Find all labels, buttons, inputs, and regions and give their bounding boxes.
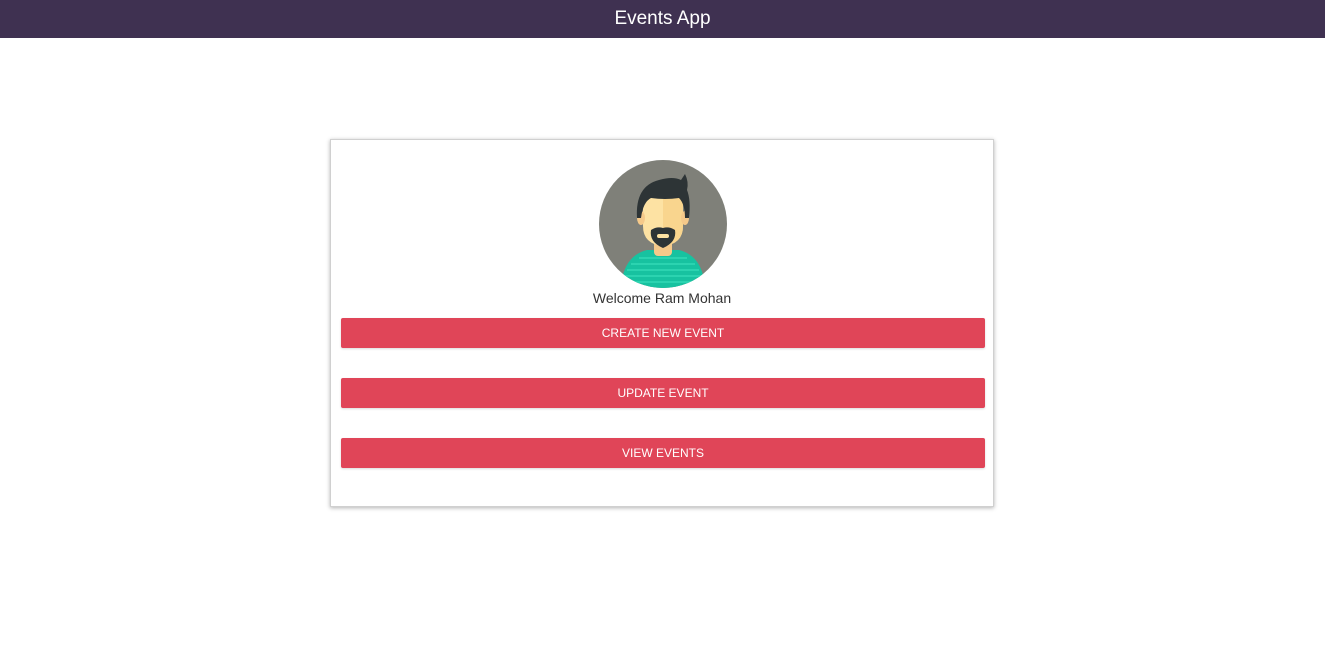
app-header: Events App: [0, 0, 1325, 38]
create-new-event-button[interactable]: CREATE NEW EVENT: [341, 318, 985, 348]
male-avatar-icon: [599, 160, 727, 288]
view-events-button[interactable]: VIEW EVENTS: [341, 438, 985, 468]
app-title: Events App: [614, 8, 711, 29]
update-event-button[interactable]: UPDATE EVENT: [341, 378, 985, 408]
dashboard-card: Welcome Ram Mohan CREATE NEW EVENT UPDAT…: [330, 139, 994, 507]
avatar: [599, 160, 727, 288]
welcome-message: Welcome Ram Mohan: [592, 290, 732, 306]
